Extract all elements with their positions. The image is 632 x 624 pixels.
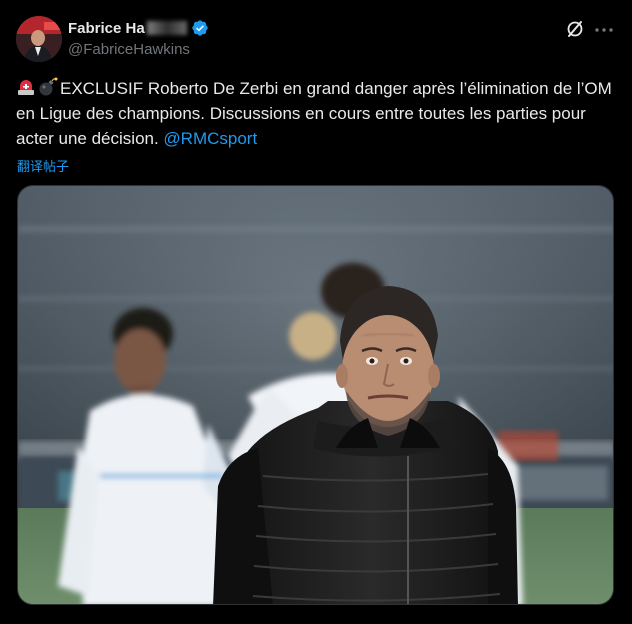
mention-link[interactable]: @RMCsport <box>163 129 257 148</box>
tweet[interactable]: Fabrice Ha @FabriceHawkins EXCLUSIF Robe… <box>0 0 632 624</box>
tweet-text: EXCLUSIF Roberto De Zerbi en grand dange… <box>16 76 616 151</box>
verified-badge-icon <box>192 20 208 36</box>
author-handle[interactable]: @FabriceHawkins <box>68 41 190 58</box>
name-redaction <box>146 21 187 35</box>
translate-post-link[interactable]: 翻译帖子 <box>17 156 69 175</box>
author-name-row[interactable]: Fabrice Ha <box>68 19 209 37</box>
coach-photo <box>18 186 613 604</box>
bomb-icon <box>39 77 58 96</box>
tweet-photo[interactable] <box>17 185 614 605</box>
tweet-body: EXCLUSIF Roberto De Zerbi en grand dange… <box>16 79 612 148</box>
rotating-light-icon <box>18 80 34 95</box>
grok-icon[interactable] <box>565 19 585 39</box>
display-name[interactable]: Fabrice Ha <box>68 20 145 37</box>
avatar[interactable] <box>16 16 62 62</box>
more-icon[interactable] <box>594 20 614 40</box>
